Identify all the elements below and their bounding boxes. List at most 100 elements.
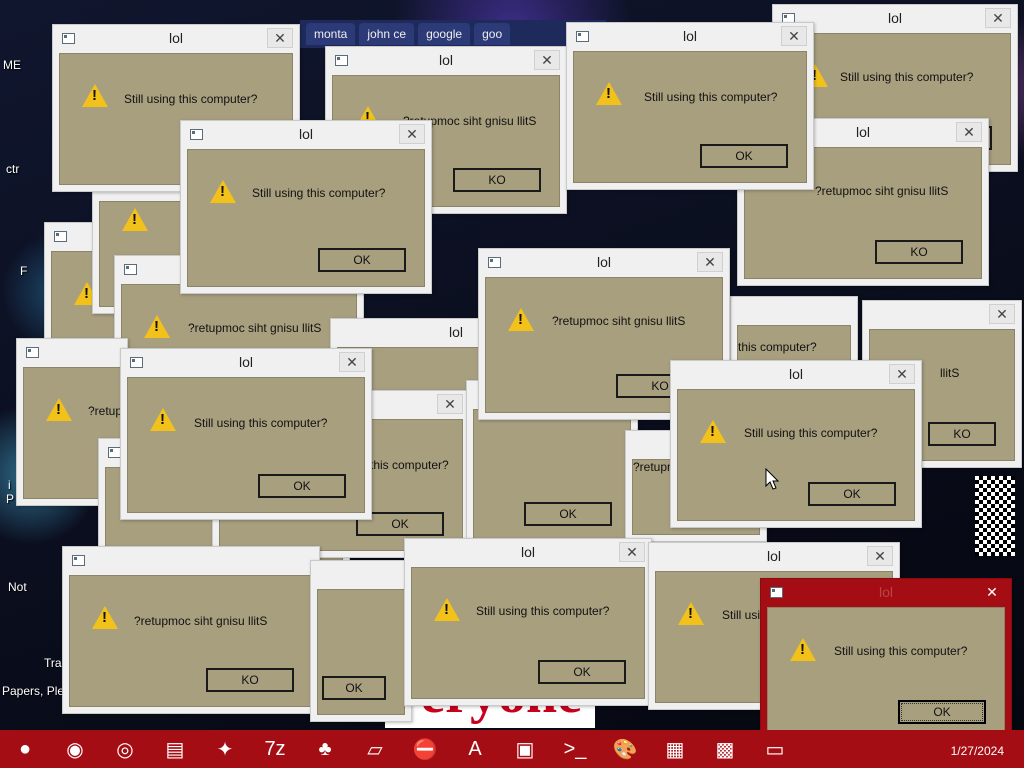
close-button[interactable]: ✕ [399,124,425,144]
close-button[interactable]: ✕ [534,50,560,70]
desktop-label[interactable]: F [20,264,27,278]
paint-icon[interactable]: 🎨 [606,733,644,765]
browser-tab[interactable]: goo [474,23,511,45]
ok-button[interactable]: OK [322,676,386,700]
desktop-label[interactable]: i [8,478,11,492]
ko-button[interactable]: KO [875,240,963,264]
dialog-message: Still using this computer? [194,416,328,430]
close-button[interactable]: ✕ [956,122,982,142]
dialog-titlebar[interactable]: lol ✕ [479,249,729,275]
alert-dialog[interactable]: ?retupmoc siht gnisu llitS KO [62,546,320,714]
dialog-title: lol [596,254,611,270]
dialog-message: ?retupmoc siht gnisu llitS [815,184,949,198]
ok-button[interactable]: OK [898,700,986,724]
wordpad-icon[interactable]: A [456,733,494,765]
dialog-message: Still using this computer? [744,426,878,440]
do-not-disturb-icon[interactable]: ⛔ [406,733,444,765]
dialog-titlebar[interactable]: lol ✕ [761,579,1011,605]
alert-dialog[interactable]: lol ✕ Still using this computer? OK [566,22,814,190]
ok-button[interactable]: OK [524,502,612,526]
dialog-titlebar[interactable]: lol ✕ [53,25,299,51]
desktop-label[interactable]: Tra [44,656,62,670]
ok-button[interactable]: OK [808,482,896,506]
dialog-titlebar[interactable]: ✕ [863,301,1021,327]
firefox-icon[interactable]: ◉ [56,733,94,765]
close-button[interactable]: ✕ [437,394,463,414]
close-button[interactable]: ✕ [267,28,293,48]
alert-dialog[interactable]: lol ✕ Still using this computer? OK [120,348,372,520]
desktop-label[interactable]: ctr [6,162,19,176]
desktop-label[interactable]: ME [3,58,21,72]
dialog-titlebar[interactable]: lol ✕ [567,23,813,49]
browser-tab[interactable]: google [418,23,471,45]
dialog-title: lol [238,354,253,370]
dialog-body: Still using this computer? OK [187,149,425,287]
7zip-icon[interactable]: 7z [256,733,294,765]
app-icon [72,555,85,566]
dialog-message: this computer? [738,340,817,354]
dialog-titlebar[interactable]: lol ✕ [326,47,566,73]
dialog-titlebar[interactable]: lol ✕ [671,361,921,387]
file-explorer-icon[interactable]: ▤ [156,733,194,765]
ko-button[interactable]: KO [928,422,996,446]
close-button[interactable]: ✕ [889,364,915,384]
ko-button[interactable]: KO [206,668,294,692]
warning-icon [790,638,816,661]
calculator-icon[interactable]: ▦ [656,733,694,765]
close-button[interactable]: ✕ [781,26,807,46]
alert-dialog[interactable]: lol ✕ Still using this computer? OK [670,360,922,528]
dialog-message: this computer? [370,458,449,472]
close-button[interactable]: ✕ [867,546,893,566]
dialog-title: lol [878,584,893,600]
warning-icon [678,602,704,625]
ok-button[interactable]: OK [700,144,788,168]
warning-icon [700,420,726,443]
warning-icon [144,315,170,338]
chicken-icon[interactable]: ♣ [306,733,344,765]
close-button[interactable]: ✕ [989,304,1015,324]
dialog-body: OK [317,589,405,715]
window-app-icon[interactable]: ▣ [506,733,544,765]
alert-dialog[interactable]: lol ✕ Still using this computer? OK [404,538,652,706]
warning-icon [210,180,236,203]
drive-icon[interactable]: ▭ [756,733,794,765]
star-app-icon[interactable]: ✦ [206,733,244,765]
close-button[interactable]: ✕ [979,582,1005,602]
browser-tab[interactable]: monta [306,23,356,45]
dialog-message: ?retupmoc siht gnisu llitS [188,321,322,335]
dialog-titlebar[interactable]: lol ✕ [649,543,899,569]
warning-icon [150,408,176,431]
dialog-titlebar[interactable] [17,339,127,365]
dialog-title: lol [438,52,453,68]
ok-button[interactable]: OK [258,474,346,498]
dialog-titlebar[interactable]: lol ✕ [121,349,371,375]
close-button[interactable]: ✕ [619,542,645,562]
desktop-label[interactable]: P [6,492,14,506]
alert-dialog[interactable]: lol ✕ Still using this computer? OK [180,120,432,294]
chrome-icon[interactable]: ◎ [106,733,144,765]
active-alert-dialog[interactable]: lol ✕ Still using this computer? OK [760,578,1012,746]
close-button[interactable]: ✕ [697,252,723,272]
close-button[interactable]: ✕ [985,8,1011,28]
dialog-titlebar[interactable]: lol ✕ [181,121,431,147]
dialog-body: ?retupmoc siht gnisu llitS KO [69,575,313,707]
terminal-icon[interactable]: >_ [556,733,594,765]
alert-dialog[interactable]: OK [310,560,412,722]
taskbar-date[interactable]: 1/27/2024 [951,744,1004,758]
notepad-icon[interactable]: ▱ [356,733,394,765]
ok-button[interactable]: OK [318,248,406,272]
dialog-titlebar[interactable] [63,547,319,573]
ko-button[interactable]: KO [453,168,541,192]
dialog-message: ?retupmoc siht gnisu llitS [552,314,686,328]
close-button[interactable]: ✕ [339,352,365,372]
ok-button[interactable]: OK [538,660,626,684]
dialog-titlebar[interactable]: lol ✕ [405,539,651,565]
app-icon [124,264,137,275]
app-icon [54,231,67,242]
desktop-label[interactable]: Papers, Plea [2,684,71,698]
desktop-label[interactable]: Not [8,580,27,594]
browser-tab[interactable]: john ce [359,23,415,45]
dialog-body: Still using this computer? OK [127,377,365,513]
network-icon[interactable]: ▩ [706,733,744,765]
ornament-icon[interactable]: ● [6,733,44,765]
